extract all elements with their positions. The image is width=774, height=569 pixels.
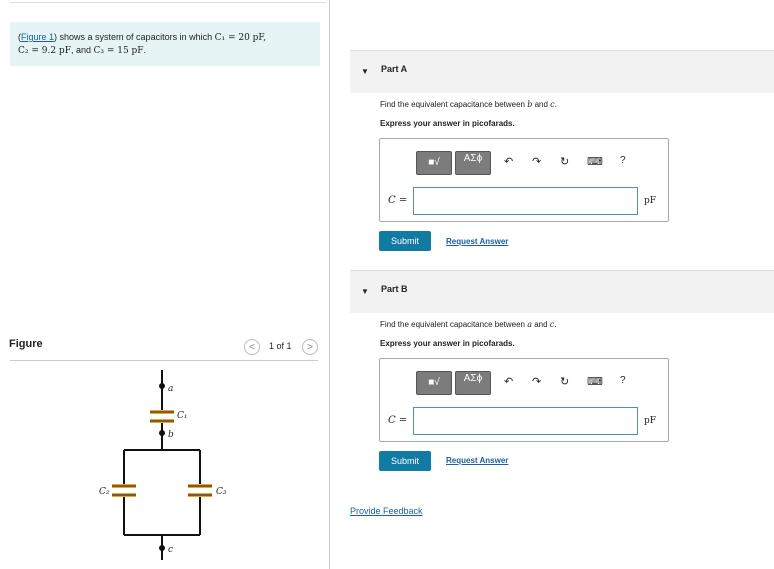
collapse-arrow-icon[interactable]: ▼: [361, 67, 369, 76]
equation-label: C =: [388, 195, 408, 206]
node-c-dot: [159, 545, 165, 551]
greek-symbols-button[interactable]: ΑΣϕ: [455, 371, 491, 395]
undo-icon[interactable]: ↶: [504, 375, 513, 388]
question-text: and: [532, 100, 551, 109]
redo-icon[interactable]: ↷: [532, 155, 541, 168]
node-a-label: a: [168, 384, 173, 394]
c3-value: C₃ = 15 pF: [93, 46, 144, 56]
node-a-dot: [159, 383, 165, 389]
figure-divider: [10, 360, 318, 361]
part-a-request-answer-link[interactable]: Request Answer: [446, 237, 508, 246]
capacitor-c1: [150, 410, 174, 423]
greek-symbols-button[interactable]: ΑΣϕ: [455, 151, 491, 175]
part-a-header[interactable]: ▼ Part A: [350, 50, 774, 93]
part-b-answer-input[interactable]: [413, 407, 638, 435]
redo-icon[interactable]: ↷: [532, 375, 541, 388]
problem-text: , and: [70, 45, 94, 55]
keyboard-icon[interactable]: ⌨: [587, 375, 603, 388]
provide-feedback-link[interactable]: Provide Feedback: [350, 506, 423, 516]
templates-button[interactable]: ■√: [416, 371, 452, 395]
keyboard-icon[interactable]: ⌨: [587, 155, 603, 168]
reset-icon[interactable]: ↻: [560, 375, 569, 388]
problem-text: .: [143, 45, 147, 55]
c1-value: C₁ = 20 pF,: [214, 33, 267, 43]
undo-icon[interactable]: ↶: [504, 155, 513, 168]
column-divider: [329, 0, 330, 569]
c2-value: C₂ = 9.2 pF: [18, 46, 71, 56]
help-icon[interactable]: ?: [620, 155, 626, 166]
unit-label: pF: [644, 196, 657, 206]
question-text: Find the equivalent capacitance between: [380, 100, 528, 109]
top-border: [10, 2, 326, 3]
node-c-label: c: [168, 545, 173, 555]
next-figure-button[interactable]: >: [302, 339, 318, 355]
question-text: .: [554, 100, 557, 109]
capacitor-c3: [188, 484, 212, 497]
part-a-submit-button[interactable]: Submit: [379, 231, 431, 251]
help-icon[interactable]: ?: [620, 375, 626, 386]
equation-label: C =: [388, 415, 408, 426]
part-b-submit-button[interactable]: Submit: [379, 451, 431, 471]
question-text: and: [532, 320, 550, 329]
part-b-question: Find the equivalent capacitance between …: [380, 320, 557, 329]
node-b-label: b: [168, 430, 174, 440]
problem-statement: (Figure 1) shows a system of capacitors …: [10, 22, 320, 66]
figure-link[interactable]: Figure 1: [21, 32, 54, 42]
problem-text: ) shows a system of capacitors in which: [54, 32, 215, 42]
reset-icon[interactable]: ↻: [560, 155, 569, 168]
unit-label: pF: [644, 416, 657, 426]
part-a-question: Find the equivalent capacitance between …: [380, 100, 557, 109]
collapse-arrow-icon[interactable]: ▼: [361, 287, 369, 296]
part-b-header[interactable]: ▼ Part B: [350, 270, 774, 313]
part-b-instructions: Express your answer in picofarads.: [380, 339, 515, 348]
part-a-title: Part A: [381, 64, 408, 74]
part-b-answer-box: ■√ ΑΣϕ ↶ ↷ ↻ ⌨ ? C = pF: [379, 358, 669, 442]
templates-button[interactable]: ■√: [416, 151, 452, 175]
part-a-answer-input[interactable]: [413, 187, 638, 215]
c3-label: C₃: [216, 487, 227, 497]
capacitor-circuit-diagram: a b c C₁ C₂ C₃: [99, 370, 227, 560]
figure-pager: 1 of 1: [269, 341, 292, 351]
question-text: .: [554, 320, 557, 329]
part-b-request-answer-link[interactable]: Request Answer: [446, 456, 508, 465]
part-a-instructions: Express your answer in picofarads.: [380, 119, 515, 128]
c1-label: C₁: [177, 411, 188, 421]
figure-title: Figure: [9, 338, 43, 350]
capacitor-c2: [112, 484, 136, 497]
prev-figure-button[interactable]: <: [244, 339, 260, 355]
part-a-answer-box: ■√ ΑΣϕ ↶ ↷ ↻ ⌨ ? C = pF: [379, 138, 669, 222]
node-b-dot: [159, 430, 165, 436]
part-b-title: Part B: [381, 284, 408, 294]
c2-label: C₂: [99, 487, 110, 497]
question-text: Find the equivalent capacitance between: [380, 320, 528, 329]
